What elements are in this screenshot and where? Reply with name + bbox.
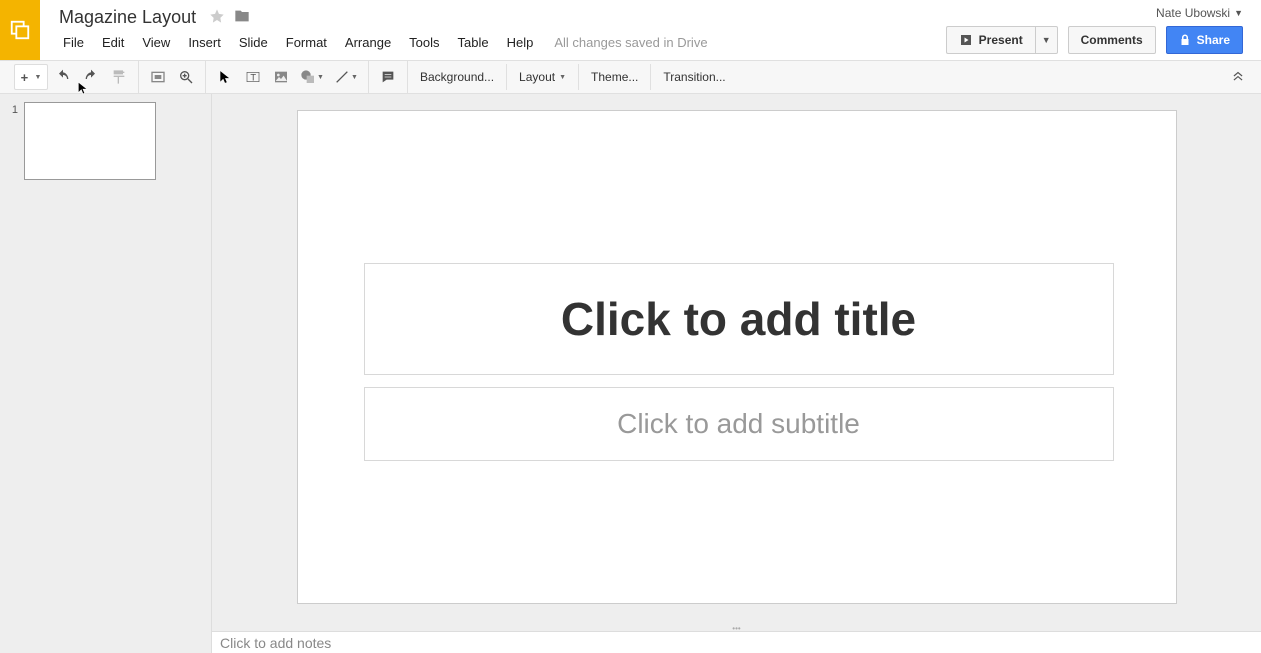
undo-button[interactable] bbox=[50, 64, 76, 90]
svg-text:T: T bbox=[250, 72, 256, 82]
shape-icon bbox=[300, 69, 316, 85]
save-status: All changes saved in Drive bbox=[554, 35, 707, 50]
comment-icon bbox=[380, 69, 396, 85]
paint-roller-icon bbox=[111, 69, 127, 85]
collapse-toolbar-button[interactable] bbox=[1223, 69, 1253, 86]
user-menu[interactable]: Nate Ubowski ▼ bbox=[1156, 6, 1243, 20]
cursor-icon bbox=[218, 70, 232, 84]
background-button[interactable]: Background... bbox=[408, 64, 507, 90]
layout-label: Layout bbox=[519, 70, 555, 84]
menu-file[interactable]: File bbox=[54, 31, 93, 54]
redo-button[interactable] bbox=[78, 64, 104, 90]
line-button[interactable]: ▼ bbox=[330, 64, 362, 90]
image-button[interactable] bbox=[268, 64, 294, 90]
shape-button[interactable]: ▼ bbox=[296, 64, 328, 90]
slide-panel: 1 bbox=[0, 94, 212, 653]
canvas-area[interactable]: Click to add title Click to add subtitle bbox=[212, 94, 1261, 625]
theme-button[interactable]: Theme... bbox=[579, 64, 651, 90]
image-icon bbox=[273, 69, 289, 85]
present-dropdown-button[interactable]: ▼ bbox=[1035, 26, 1058, 54]
zoom-icon bbox=[178, 69, 194, 85]
comments-button[interactable]: Comments bbox=[1068, 26, 1156, 54]
menu-table[interactable]: Table bbox=[449, 31, 498, 54]
document-title[interactable]: Magazine Layout bbox=[54, 5, 201, 30]
play-icon bbox=[959, 34, 973, 46]
chevron-down-icon: ▼ bbox=[1042, 35, 1051, 45]
textbox-icon: T bbox=[245, 69, 261, 85]
chevron-down-icon: ▼ bbox=[34, 74, 41, 81]
subtitle-placeholder[interactable]: Click to add subtitle bbox=[364, 387, 1114, 461]
share-label: Share bbox=[1197, 33, 1230, 47]
speaker-notes[interactable]: Click to add notes bbox=[212, 631, 1261, 653]
present-button[interactable]: Present bbox=[946, 26, 1035, 54]
paint-format-button[interactable] bbox=[106, 64, 132, 90]
zoom-fit-button[interactable] bbox=[145, 64, 171, 90]
slides-logo-icon bbox=[9, 19, 31, 41]
select-tool-button[interactable] bbox=[212, 64, 238, 90]
present-label: Present bbox=[979, 33, 1023, 47]
menu-arrange[interactable]: Arrange bbox=[336, 31, 400, 54]
slide-thumbnail-item[interactable]: 1 bbox=[8, 102, 203, 180]
undo-icon bbox=[55, 69, 71, 85]
app-logo[interactable] bbox=[0, 0, 40, 60]
comment-button[interactable] bbox=[375, 64, 401, 90]
new-slide-button[interactable]: + ▼ bbox=[14, 64, 48, 90]
share-button[interactable]: Share bbox=[1166, 26, 1243, 54]
menu-help[interactable]: Help bbox=[498, 31, 543, 54]
line-icon bbox=[334, 69, 350, 85]
title-placeholder[interactable]: Click to add title bbox=[364, 263, 1114, 375]
chevron-down-icon: ▼ bbox=[317, 74, 324, 81]
chevron-up-double-icon bbox=[1231, 69, 1245, 83]
folder-icon[interactable] bbox=[233, 8, 251, 27]
toolbar: + ▼ T ▼ bbox=[0, 60, 1261, 94]
textbox-button[interactable]: T bbox=[240, 64, 266, 90]
menu-edit[interactable]: Edit bbox=[93, 31, 133, 54]
comments-label: Comments bbox=[1081, 33, 1143, 47]
slide-thumbnail[interactable] bbox=[24, 102, 156, 180]
menu-format[interactable]: Format bbox=[277, 31, 336, 54]
lock-icon bbox=[1179, 34, 1191, 46]
layout-button[interactable]: Layout ▼ bbox=[507, 64, 579, 90]
menu-insert[interactable]: Insert bbox=[179, 31, 230, 54]
redo-icon bbox=[83, 69, 99, 85]
plus-icon: + bbox=[21, 70, 29, 85]
menu-slide[interactable]: Slide bbox=[230, 31, 277, 54]
menu-view[interactable]: View bbox=[133, 31, 179, 54]
slide-number: 1 bbox=[8, 102, 18, 180]
user-name-label: Nate Ubowski bbox=[1156, 6, 1230, 20]
star-icon[interactable] bbox=[209, 8, 225, 27]
transition-button[interactable]: Transition... bbox=[651, 64, 737, 90]
slide-canvas[interactable]: Click to add title Click to add subtitle bbox=[297, 110, 1177, 604]
chevron-down-icon: ▼ bbox=[1234, 8, 1243, 18]
chevron-down-icon: ▼ bbox=[559, 74, 566, 81]
fit-icon bbox=[150, 69, 166, 85]
menu-tools[interactable]: Tools bbox=[400, 31, 448, 54]
zoom-button[interactable] bbox=[173, 64, 199, 90]
chevron-down-icon: ▼ bbox=[351, 74, 358, 81]
